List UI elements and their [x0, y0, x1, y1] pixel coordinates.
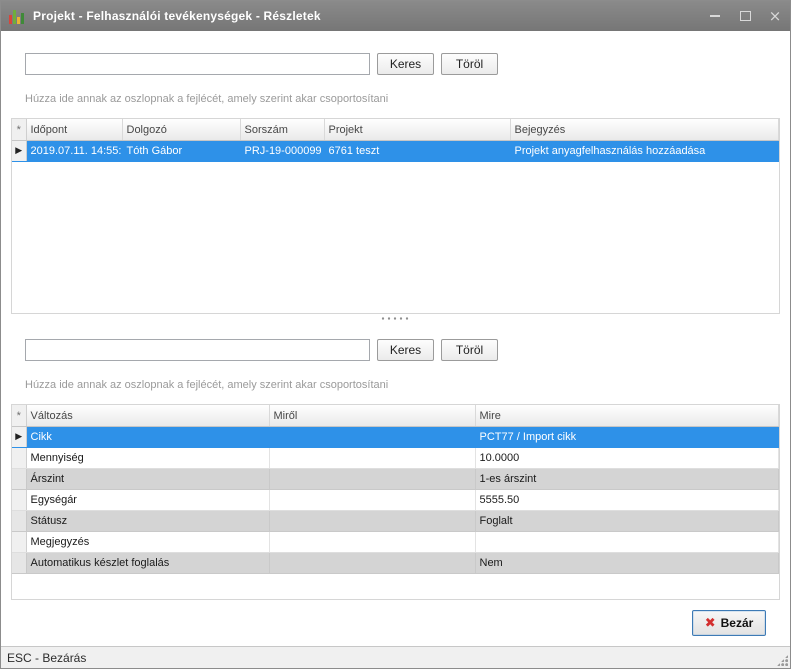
- cell-valtozas[interactable]: Árszint: [26, 469, 269, 490]
- maximize-button[interactable]: [730, 1, 760, 31]
- cell-bejegyzes[interactable]: Projekt anyagfelhasználás hozzáadása: [510, 141, 779, 162]
- cell-valtozas[interactable]: Egységár: [26, 490, 269, 511]
- cell-mire[interactable]: 10.0000: [475, 448, 779, 469]
- table-row[interactable]: Mennyiség 10.0000: [12, 448, 779, 469]
- asterisk-icon: *: [12, 119, 26, 141]
- column-header-projekt[interactable]: Projekt: [324, 119, 510, 141]
- changes-grid-header: * Változás Miről Mire: [12, 405, 779, 427]
- activities-grid-header: * Időpont Dolgozó Sorszám Projekt Bejegy…: [12, 119, 779, 141]
- resize-grip[interactable]: [777, 655, 788, 666]
- table-row[interactable]: Megjegyzés: [12, 532, 779, 553]
- row-arrow-icon: ▶: [12, 427, 26, 448]
- cell-mirol[interactable]: [269, 553, 475, 574]
- close-dialog-button[interactable]: ✖ Bezár: [692, 610, 766, 636]
- top-clear-button[interactable]: Töröl: [441, 53, 498, 75]
- red-x-icon: ✖: [705, 617, 716, 630]
- cell-valtozas[interactable]: Automatikus készlet foglalás: [26, 553, 269, 574]
- column-header-mire[interactable]: Mire: [475, 405, 779, 427]
- table-row[interactable]: Árszint 1-es árszint: [12, 469, 779, 490]
- cell-projekt[interactable]: 6761 teszt: [324, 141, 510, 162]
- bottom-search-button[interactable]: Keres: [377, 339, 434, 361]
- column-header-dolgozo[interactable]: Dolgozó: [122, 119, 240, 141]
- cell-dolgozo[interactable]: Tóth Gábor: [122, 141, 240, 162]
- bottom-clear-button[interactable]: Töröl: [441, 339, 498, 361]
- window-controls: ×: [700, 1, 790, 31]
- bottom-search-row: Keres Töröl: [25, 339, 780, 361]
- minimize-icon: [710, 15, 720, 17]
- cell-mire[interactable]: 5555.50: [475, 490, 779, 511]
- panel-splitter[interactable]: [11, 314, 780, 323]
- status-text: ESC - Bezárás: [7, 651, 86, 665]
- bottom-group-by-hint: Húzza ide annak az oszlopnak a fejlécét,…: [25, 379, 780, 392]
- close-icon: ×: [769, 9, 782, 24]
- window-title: Projekt - Felhasználói tevékenységek - R…: [33, 9, 700, 23]
- column-header-idopont[interactable]: Időpont: [26, 119, 122, 141]
- cell-mirol[interactable]: [269, 511, 475, 532]
- maximize-icon: [740, 11, 751, 21]
- asterisk-icon: *: [12, 405, 26, 427]
- table-row[interactable]: ▶ Cikk PCT77 / Import cikk: [12, 427, 779, 448]
- top-search-button[interactable]: Keres: [377, 53, 434, 75]
- cell-valtozas[interactable]: Megjegyzés: [26, 532, 269, 553]
- close-button[interactable]: ×: [760, 1, 790, 31]
- table-row[interactable]: Automatikus készlet foglalás Nem: [12, 553, 779, 574]
- cell-mirol[interactable]: [269, 448, 475, 469]
- cell-mire[interactable]: PCT77 / Import cikk: [475, 427, 779, 448]
- table-row[interactable]: Státusz Foglalt: [12, 511, 779, 532]
- column-header-valtozas[interactable]: Változás: [26, 405, 269, 427]
- cell-mirol[interactable]: [269, 469, 475, 490]
- cell-valtozas[interactable]: Mennyiség: [26, 448, 269, 469]
- cell-sorszam[interactable]: PRJ-19-000099: [240, 141, 324, 162]
- cell-idopont[interactable]: 2019.07.11. 14:55:: [26, 141, 122, 162]
- cell-valtozas[interactable]: Státusz: [26, 511, 269, 532]
- splitter-grip-icon: [381, 316, 411, 321]
- cell-valtozas[interactable]: Cikk: [26, 427, 269, 448]
- minimize-button[interactable]: [700, 1, 730, 31]
- cell-mire[interactable]: [475, 532, 779, 553]
- cell-mire[interactable]: Nem: [475, 553, 779, 574]
- status-bar: ESC - Bezárás: [1, 646, 790, 668]
- cell-mire[interactable]: 1-es árszint: [475, 469, 779, 490]
- table-row[interactable]: Egységár 5555.50: [12, 490, 779, 511]
- bottom-search-input[interactable]: [25, 339, 370, 361]
- column-header-sorszam[interactable]: Sorszám: [240, 119, 324, 141]
- close-dialog-label: Bezár: [721, 616, 754, 630]
- column-header-mirol[interactable]: Miről: [269, 405, 475, 427]
- cell-mirol[interactable]: [269, 532, 475, 553]
- cell-mire[interactable]: Foglalt: [475, 511, 779, 532]
- title-bar[interactable]: Projekt - Felhasználói tevékenységek - R…: [1, 1, 790, 31]
- activities-grid: * Időpont Dolgozó Sorszám Projekt Bejegy…: [11, 118, 780, 314]
- top-group-by-hint: Húzza ide annak az oszlopnak a fejlécét,…: [25, 93, 780, 106]
- top-search-row: Keres Töröl: [25, 53, 780, 75]
- row-arrow-icon: ▶: [12, 141, 26, 162]
- cell-mirol[interactable]: [269, 490, 475, 511]
- changes-grid: * Változás Miről Mire ▶ Cikk PCT77 / Imp…: [11, 404, 780, 600]
- dialog-window: Projekt - Felhasználói tevékenységek - R…: [0, 0, 791, 669]
- app-icon: [9, 9, 25, 24]
- footer-bar: ✖ Bezár: [11, 600, 780, 646]
- top-search-input[interactable]: [25, 53, 370, 75]
- column-header-bejegyzes[interactable]: Bejegyzés: [510, 119, 779, 141]
- dialog-content: Keres Töröl Húzza ide annak az oszlopnak…: [1, 31, 790, 646]
- cell-mirol[interactable]: [269, 427, 475, 448]
- table-row[interactable]: ▶ 2019.07.11. 14:55: Tóth Gábor PRJ-19-0…: [12, 141, 779, 162]
